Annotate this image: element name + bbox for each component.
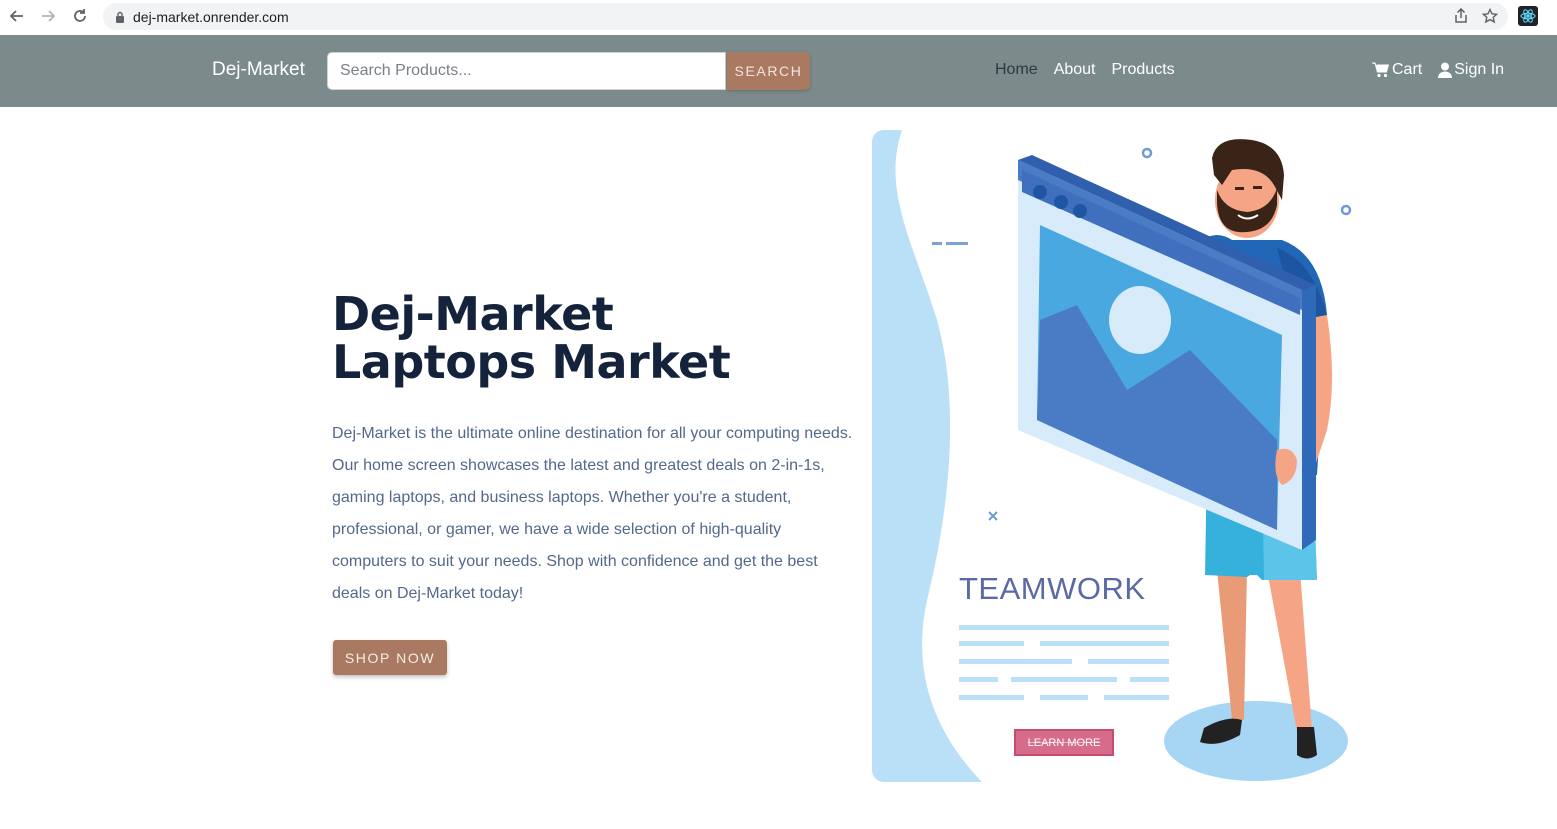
search-button[interactable]: SEARCH <box>727 52 810 90</box>
reload-icon[interactable] <box>69 5 91 27</box>
address-bar[interactable]: dej-market.onrender.com <box>103 3 1508 30</box>
cart-link[interactable]: Cart <box>1372 61 1422 79</box>
nav-link-products[interactable]: Products <box>1112 61 1175 79</box>
search-input[interactable] <box>327 52 726 90</box>
cart-icon <box>1372 62 1390 78</box>
user-icon <box>1438 62 1453 78</box>
nav-right-actions: Cart Sign In <box>1372 61 1504 79</box>
site-navbar: Dej-Market SEARCH Home About Products Ca… <box>0 35 1557 107</box>
hero-title-line1: Dej-Market <box>332 287 614 341</box>
react-devtools-icon[interactable] <box>1518 6 1538 26</box>
lock-icon <box>116 11 124 23</box>
hero-title-line2: Laptops Market <box>332 335 731 389</box>
share-icon[interactable] <box>1454 8 1468 24</box>
nav-links: Home About Products <box>995 61 1175 79</box>
bookmark-star-icon[interactable] <box>1482 8 1498 24</box>
nav-link-about[interactable]: About <box>1054 61 1096 79</box>
hero-illustration <box>872 130 1352 782</box>
nav-link-home[interactable]: Home <box>995 61 1038 79</box>
brand-logo[interactable]: Dej-Market <box>212 59 305 81</box>
hero-description: Dej-Market is the ultimate online destin… <box>332 425 853 602</box>
learn-more-button: LEARN MORE <box>1014 729 1114 756</box>
signin-label: Sign In <box>1454 61 1505 78</box>
cart-label: Cart <box>1392 61 1423 78</box>
url-text: dej-market.onrender.com <box>133 8 289 25</box>
illustration-heading: TEAMWORK <box>959 571 1146 606</box>
hero-title: Dej-Market Laptops Market <box>332 290 852 386</box>
browser-toolbar: dej-market.onrender.com <box>0 0 1557 35</box>
signin-link[interactable]: Sign In <box>1438 61 1504 79</box>
forward-arrow-icon[interactable] <box>37 5 59 27</box>
shop-now-button[interactable]: SHOP NOW <box>333 640 447 675</box>
back-arrow-icon[interactable] <box>6 5 28 27</box>
